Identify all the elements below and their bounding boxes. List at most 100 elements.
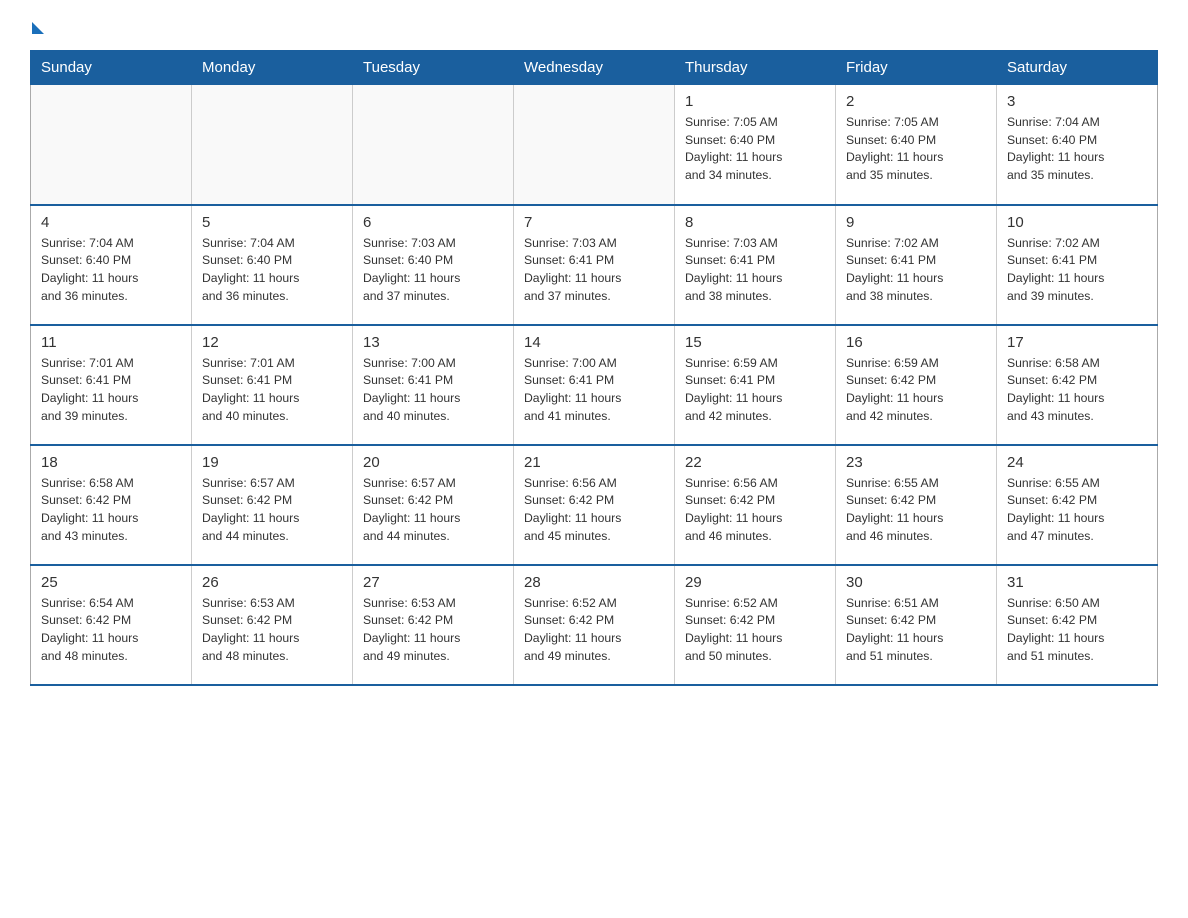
weekday-header-row: SundayMondayTuesdayWednesdayThursdayFrid… bbox=[31, 51, 1158, 85]
day-number: 25 bbox=[41, 574, 181, 591]
day-number: 18 bbox=[41, 454, 181, 471]
calendar-cell: 22 Sunrise: 6:56 AMSunset: 6:42 PMDayligh… bbox=[675, 445, 836, 565]
day-number: 8 bbox=[685, 214, 825, 231]
day-info: Sunrise: 6:57 AMSunset: 6:42 PMDaylight:… bbox=[202, 475, 342, 546]
day-number: 13 bbox=[363, 334, 503, 351]
calendar-cell: 16 Sunrise: 6:59 AMSunset: 6:42 PMDayligh… bbox=[836, 325, 997, 445]
calendar-table: SundayMondayTuesdayWednesdayThursdayFrid… bbox=[30, 50, 1158, 686]
day-number: 26 bbox=[202, 574, 342, 591]
day-info: Sunrise: 6:53 AMSunset: 6:42 PMDaylight:… bbox=[363, 595, 503, 666]
calendar-cell: 28 Sunrise: 6:52 AMSunset: 6:42 PMDayligh… bbox=[514, 565, 675, 685]
day-number: 23 bbox=[846, 454, 986, 471]
day-info: Sunrise: 7:00 AMSunset: 6:41 PMDaylight:… bbox=[363, 355, 503, 426]
day-info: Sunrise: 7:05 AMSunset: 6:40 PMDaylight:… bbox=[846, 114, 986, 185]
calendar-week-2: 4 Sunrise: 7:04 AMSunset: 6:40 PMDaylight… bbox=[31, 205, 1158, 325]
day-info: Sunrise: 6:52 AMSunset: 6:42 PMDaylight:… bbox=[685, 595, 825, 666]
day-number: 11 bbox=[41, 334, 181, 351]
day-info: Sunrise: 6:52 AMSunset: 6:42 PMDaylight:… bbox=[524, 595, 664, 666]
day-number: 15 bbox=[685, 334, 825, 351]
day-info: Sunrise: 7:03 AMSunset: 6:41 PMDaylight:… bbox=[524, 235, 664, 306]
day-info: Sunrise: 6:57 AMSunset: 6:42 PMDaylight:… bbox=[363, 475, 503, 546]
day-info: Sunrise: 6:55 AMSunset: 6:42 PMDaylight:… bbox=[846, 475, 986, 546]
day-number: 24 bbox=[1007, 454, 1147, 471]
calendar-cell: 29 Sunrise: 6:52 AMSunset: 6:42 PMDayligh… bbox=[675, 565, 836, 685]
calendar-cell bbox=[353, 85, 514, 205]
calendar-week-5: 25Sunrise: 6:54 AMSunset: 6:42 PMDayligh… bbox=[31, 565, 1158, 685]
day-number: 14 bbox=[524, 334, 664, 351]
calendar-cell: 10 Sunrise: 7:02 AMSunset: 6:41 PMDayligh… bbox=[997, 205, 1158, 325]
logo-triangle-icon bbox=[32, 22, 44, 34]
calendar-week-4: 18 Sunrise: 6:58 AMSunset: 6:42 PMDayligh… bbox=[31, 445, 1158, 565]
calendar-cell: 8 Sunrise: 7:03 AMSunset: 6:41 PMDaylight… bbox=[675, 205, 836, 325]
calendar-cell: 24Sunrise: 6:55 AMSunset: 6:42 PMDayligh… bbox=[997, 445, 1158, 565]
day-info: Sunrise: 7:01 AMSunset: 6:41 PMDaylight:… bbox=[202, 355, 342, 426]
day-number: 21 bbox=[524, 454, 664, 471]
day-info: Sunrise: 7:04 AMSunset: 6:40 PMDaylight:… bbox=[41, 235, 181, 306]
weekday-header-saturday: Saturday bbox=[997, 51, 1158, 85]
day-info: Sunrise: 6:59 AMSunset: 6:42 PMDaylight:… bbox=[846, 355, 986, 426]
weekday-header-wednesday: Wednesday bbox=[514, 51, 675, 85]
day-info: Sunrise: 6:51 AMSunset: 6:42 PMDaylight:… bbox=[846, 595, 986, 666]
day-number: 7 bbox=[524, 214, 664, 231]
day-number: 16 bbox=[846, 334, 986, 351]
day-number: 27 bbox=[363, 574, 503, 591]
day-number: 31 bbox=[1007, 574, 1147, 591]
weekday-header-thursday: Thursday bbox=[675, 51, 836, 85]
day-info: Sunrise: 6:58 AMSunset: 6:42 PMDaylight:… bbox=[1007, 355, 1147, 426]
calendar-cell: 25Sunrise: 6:54 AMSunset: 6:42 PMDayligh… bbox=[31, 565, 192, 685]
day-info: Sunrise: 7:03 AMSunset: 6:41 PMDaylight:… bbox=[685, 235, 825, 306]
day-info: Sunrise: 7:05 AMSunset: 6:40 PMDaylight:… bbox=[685, 114, 825, 185]
weekday-header-sunday: Sunday bbox=[31, 51, 192, 85]
day-info: Sunrise: 6:53 AMSunset: 6:42 PMDaylight:… bbox=[202, 595, 342, 666]
calendar-cell: 2 Sunrise: 7:05 AMSunset: 6:40 PMDaylight… bbox=[836, 85, 997, 205]
day-number: 9 bbox=[846, 214, 986, 231]
calendar-cell: 4 Sunrise: 7:04 AMSunset: 6:40 PMDaylight… bbox=[31, 205, 192, 325]
calendar-cell: 9 Sunrise: 7:02 AMSunset: 6:41 PMDaylight… bbox=[836, 205, 997, 325]
weekday-header-friday: Friday bbox=[836, 51, 997, 85]
day-number: 5 bbox=[202, 214, 342, 231]
day-number: 28 bbox=[524, 574, 664, 591]
calendar-cell: 19 Sunrise: 6:57 AMSunset: 6:42 PMDayligh… bbox=[192, 445, 353, 565]
calendar-cell: 1 Sunrise: 7:05 AMSunset: 6:40 PMDaylight… bbox=[675, 85, 836, 205]
calendar-week-1: 1 Sunrise: 7:05 AMSunset: 6:40 PMDaylight… bbox=[31, 85, 1158, 205]
page-header bbox=[30, 20, 1158, 34]
day-number: 3 bbox=[1007, 93, 1147, 110]
calendar-cell: 7 Sunrise: 7:03 AMSunset: 6:41 PMDaylight… bbox=[514, 205, 675, 325]
day-number: 1 bbox=[685, 93, 825, 110]
day-info: Sunrise: 7:03 AMSunset: 6:40 PMDaylight:… bbox=[363, 235, 503, 306]
day-info: Sunrise: 6:56 AMSunset: 6:42 PMDaylight:… bbox=[524, 475, 664, 546]
logo bbox=[30, 20, 44, 34]
day-number: 12 bbox=[202, 334, 342, 351]
calendar-cell bbox=[514, 85, 675, 205]
day-number: 30 bbox=[846, 574, 986, 591]
day-number: 29 bbox=[685, 574, 825, 591]
day-number: 19 bbox=[202, 454, 342, 471]
calendar-cell: 17 Sunrise: 6:58 AMSunset: 6:42 PMDayligh… bbox=[997, 325, 1158, 445]
day-number: 22 bbox=[685, 454, 825, 471]
day-info: Sunrise: 7:04 AMSunset: 6:40 PMDaylight:… bbox=[202, 235, 342, 306]
day-info: Sunrise: 7:02 AMSunset: 6:41 PMDaylight:… bbox=[846, 235, 986, 306]
day-info: Sunrise: 7:04 AMSunset: 6:40 PMDaylight:… bbox=[1007, 114, 1147, 185]
calendar-cell: 6 Sunrise: 7:03 AMSunset: 6:40 PMDaylight… bbox=[353, 205, 514, 325]
day-info: Sunrise: 7:02 AMSunset: 6:41 PMDaylight:… bbox=[1007, 235, 1147, 306]
calendar-cell: 13 Sunrise: 7:00 AMSunset: 6:41 PMDayligh… bbox=[353, 325, 514, 445]
calendar-header: SundayMondayTuesdayWednesdayThursdayFrid… bbox=[31, 51, 1158, 85]
calendar-cell: 23 Sunrise: 6:55 AMSunset: 6:42 PMDayligh… bbox=[836, 445, 997, 565]
calendar-cell bbox=[31, 85, 192, 205]
day-number: 4 bbox=[41, 214, 181, 231]
day-number: 6 bbox=[363, 214, 503, 231]
day-number: 17 bbox=[1007, 334, 1147, 351]
day-info: Sunrise: 6:58 AMSunset: 6:42 PMDaylight:… bbox=[41, 475, 181, 546]
day-number: 10 bbox=[1007, 214, 1147, 231]
calendar-cell: 27 Sunrise: 6:53 AMSunset: 6:42 PMDayligh… bbox=[353, 565, 514, 685]
day-number: 20 bbox=[363, 454, 503, 471]
day-info: Sunrise: 7:00 AMSunset: 6:41 PMDaylight:… bbox=[524, 355, 664, 426]
day-info: Sunrise: 6:50 AMSunset: 6:42 PMDaylight:… bbox=[1007, 595, 1147, 666]
day-info: Sunrise: 6:56 AMSunset: 6:42 PMDaylight:… bbox=[685, 475, 825, 546]
calendar-week-3: 11 Sunrise: 7:01 AMSunset: 6:41 PMDayligh… bbox=[31, 325, 1158, 445]
weekday-header-monday: Monday bbox=[192, 51, 353, 85]
day-info: Sunrise: 6:59 AMSunset: 6:41 PMDaylight:… bbox=[685, 355, 825, 426]
calendar-cell: 21 Sunrise: 6:56 AMSunset: 6:42 PMDayligh… bbox=[514, 445, 675, 565]
calendar-cell: 14 Sunrise: 7:00 AMSunset: 6:41 PMDayligh… bbox=[514, 325, 675, 445]
day-number: 2 bbox=[846, 93, 986, 110]
